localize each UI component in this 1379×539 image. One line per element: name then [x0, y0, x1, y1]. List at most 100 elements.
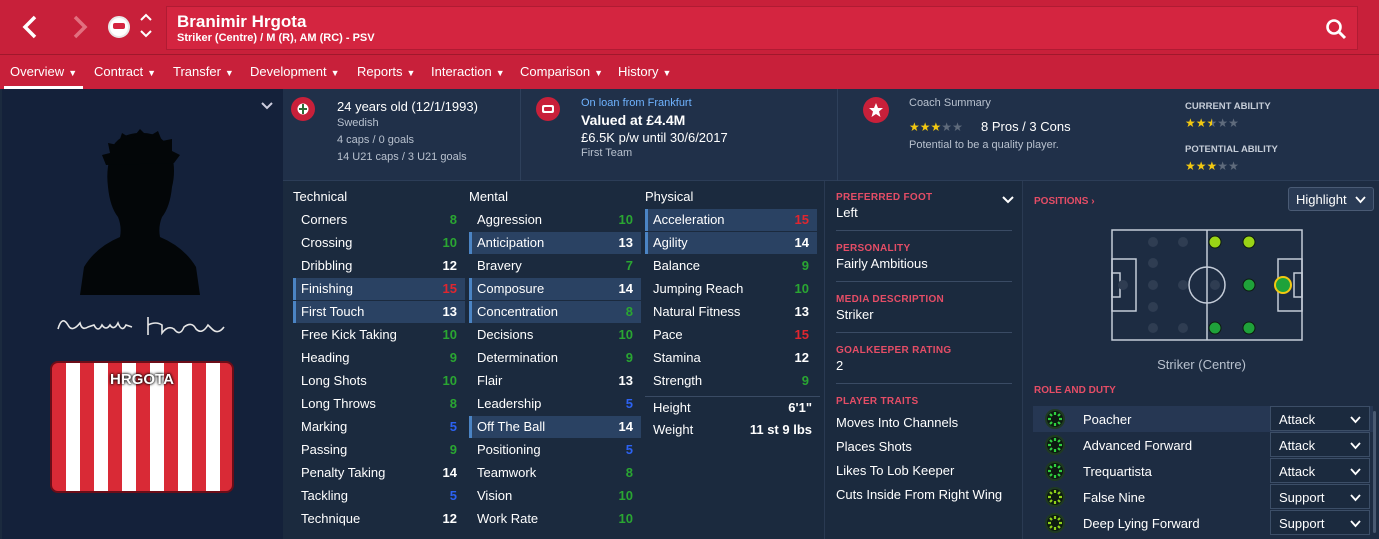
attribute-label: Work Rate [477, 511, 539, 526]
positions-link[interactable]: POSITIONS › [1034, 196, 1095, 207]
attribute-label: Passing [301, 442, 348, 457]
back-button[interactable] [12, 8, 50, 46]
highlight-dropdown[interactable]: Highlight [1288, 187, 1374, 211]
attribute-row[interactable]: Crossing 10 [293, 232, 465, 254]
chevron-down-icon [1350, 442, 1361, 450]
attribute-row[interactable]: Passing 9 [293, 439, 465, 461]
forward-button[interactable] [60, 8, 98, 46]
attribute-label: Marking [301, 419, 348, 434]
duty-label: Support [1279, 516, 1325, 531]
pitch-diagram [1111, 229, 1303, 341]
technical-title: Technical [293, 189, 348, 204]
tab-reports[interactable]: Reports ▼ [357, 55, 415, 89]
attribute-row[interactable]: Long Throws 8 [293, 393, 465, 415]
search-button[interactable] [1325, 18, 1347, 40]
personality-title: PERSONALITY [836, 243, 911, 254]
height-row: Height 6'1" [653, 400, 812, 415]
attribute-value: 9 [625, 350, 633, 365]
role-row[interactable]: Trequartista Attack [1033, 458, 1373, 484]
attribute-row[interactable]: Natural Fitness 13 [645, 301, 817, 323]
duty-dropdown[interactable]: Support [1270, 510, 1370, 535]
duty-dropdown[interactable]: Attack [1270, 458, 1370, 483]
attribute-label: Strength [653, 373, 703, 388]
attribute-row[interactable]: Tackling 5 [293, 485, 465, 507]
scrollbar[interactable] [1373, 411, 1376, 533]
attribute-row[interactable]: Anticipation 13 [469, 232, 641, 254]
role-duty-title: ROLE AND DUTY [1034, 385, 1116, 396]
loan-club-crest-icon[interactable] [536, 97, 560, 121]
attribute-row[interactable]: Heading 9 [293, 347, 465, 369]
attribute-row[interactable]: Vision 10 [469, 485, 641, 507]
role-row[interactable]: Advanced Forward Attack [1033, 432, 1373, 458]
attribute-row[interactable]: Long Shots 10 [293, 370, 465, 392]
attribute-row[interactable]: Pace 15 [645, 324, 817, 346]
duty-dropdown[interactable]: Attack [1270, 406, 1370, 431]
nation-flag-icon[interactable] [291, 97, 315, 121]
attribute-row[interactable]: Flair 13 [469, 370, 641, 392]
attribute-label: Teamwork [477, 465, 537, 480]
role-row[interactable]: False Nine Support [1033, 484, 1373, 510]
attribute-row[interactable]: Positioning 5 [469, 439, 641, 461]
loan-status-link[interactable]: On loan from Frankfurt [581, 97, 692, 109]
player-switch-arrows[interactable] [139, 12, 153, 42]
role-suitability-icon [1045, 435, 1065, 455]
attribute-row[interactable]: Concentration 8 [469, 301, 641, 323]
attribute-label: Pace [653, 327, 683, 342]
attribute-value: 12 [442, 511, 457, 526]
attribute-row[interactable]: Decisions 10 [469, 324, 641, 346]
attribute-row[interactable]: Free Kick Taking 10 [293, 324, 465, 346]
attribute-row[interactable]: Corners 8 [293, 209, 465, 231]
attribute-row[interactable]: Dribbling 12 [293, 255, 465, 277]
attribute-row[interactable]: Off The Ball 14 [469, 416, 641, 438]
attribute-label: Natural Fitness [653, 304, 741, 319]
tab-interaction[interactable]: Interaction ▼ [431, 55, 505, 89]
tab-contract[interactable]: Contract ▼ [94, 55, 156, 89]
tab-transfer[interactable]: Transfer ▼ [173, 55, 234, 89]
attribute-label: Free Kick Taking [301, 327, 397, 342]
duty-dropdown[interactable]: Attack [1270, 432, 1370, 457]
duty-dropdown[interactable]: Support [1270, 484, 1370, 509]
tab-bar: Overview ▼ Contract ▼ Transfer ▼ Developmen… [0, 55, 1379, 89]
pros-cons[interactable]: 8 Pros / 3 Cons [981, 119, 1071, 134]
divider [836, 281, 1012, 282]
attribute-row[interactable]: Jumping Reach 10 [645, 278, 817, 300]
psv-crest-icon[interactable] [108, 16, 130, 38]
attribute-row[interactable]: Penalty Taking 14 [293, 462, 465, 484]
attribute-row[interactable]: Strength 9 [645, 370, 817, 392]
info-collapse-button[interactable] [1001, 193, 1015, 204]
attribute-row[interactable]: Bravery 7 [469, 255, 641, 277]
role-row[interactable]: Deep Lying Forward Support [1033, 510, 1373, 536]
attribute-label: Finishing [301, 281, 354, 296]
attribute-row[interactable]: First Touch 13 [293, 301, 465, 323]
role-name: Poacher [1083, 412, 1132, 427]
attribute-value: 10 [442, 235, 457, 250]
attribute-row[interactable]: Finishing 15 [293, 278, 465, 300]
attribute-value: 10 [618, 488, 633, 503]
attribute-row[interactable]: Teamwork 8 [469, 462, 641, 484]
attribute-row[interactable]: Acceleration 15 [645, 209, 817, 231]
tab-comparison[interactable]: Comparison ▼ [520, 55, 603, 89]
nationality[interactable]: Swedish [337, 117, 379, 129]
attribute-row[interactable]: Leadership 5 [469, 393, 641, 415]
preferred-foot-title: PREFERRED FOOT [836, 192, 933, 203]
attribute-row[interactable]: Aggression 10 [469, 209, 641, 231]
attribute-row[interactable]: Technique 12 [293, 508, 465, 530]
tab-development[interactable]: Development ▼ [250, 55, 340, 89]
chevron-down-icon [261, 102, 273, 110]
tab-history[interactable]: History ▼ [618, 55, 671, 89]
attribute-row[interactable]: Marking 5 [293, 416, 465, 438]
attribute-label: Positioning [477, 442, 541, 457]
attribute-row[interactable]: Determination 9 [469, 347, 641, 369]
attribute-row[interactable]: Work Rate 10 [469, 508, 641, 530]
caps: 4 caps / 0 goals [337, 134, 415, 146]
attribute-label: Corners [301, 212, 348, 227]
attribute-value: 10 [618, 327, 633, 342]
profile-collapse-button[interactable] [260, 99, 274, 110]
attribute-label: Jumping Reach [653, 281, 744, 296]
role-row[interactable]: Poacher Attack [1033, 406, 1373, 432]
attribute-row[interactable]: Composure 14 [469, 278, 641, 300]
tab-overview[interactable]: Overview ▼ [3, 55, 84, 89]
attribute-row[interactable]: Stamina 12 [645, 347, 817, 369]
attribute-row[interactable]: Agility 14 [645, 232, 817, 254]
attribute-row[interactable]: Balance 9 [645, 255, 817, 277]
